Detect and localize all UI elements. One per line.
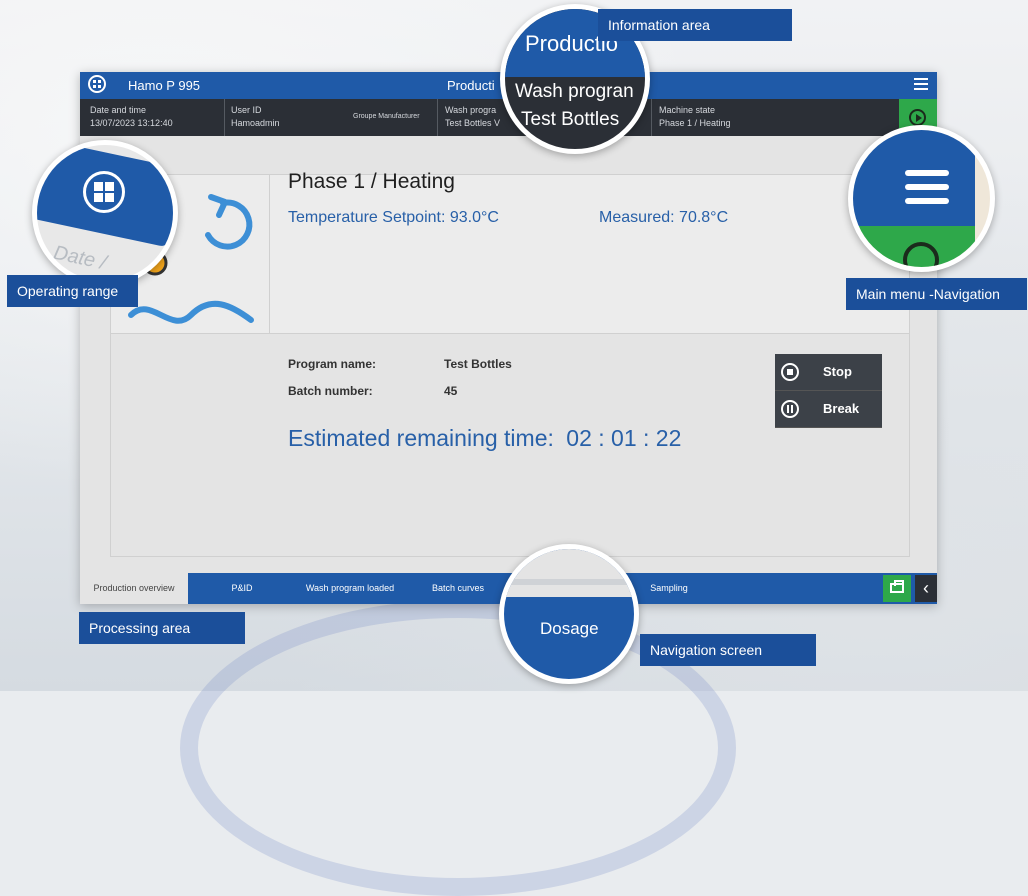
phase-title: Phase 1 / Heating bbox=[288, 170, 455, 193]
zoom-nav-top bbox=[504, 549, 634, 597]
app-title: Hamo P 995 bbox=[128, 78, 201, 93]
tab-batch-curves[interactable]: Batch curves bbox=[404, 573, 512, 604]
grid-logo-icon bbox=[83, 171, 125, 213]
state-value: Phase 1 / Heating bbox=[659, 118, 731, 128]
date-label: Date and time bbox=[90, 105, 147, 115]
estimate-label: Estimated remaining time: bbox=[288, 425, 554, 451]
play-icon bbox=[909, 109, 926, 126]
status-panel bbox=[110, 174, 910, 334]
info-wash-program: Wash progra Test Bottles V bbox=[445, 104, 500, 130]
zoom-navigation: Dosage bbox=[499, 544, 639, 684]
batch-number-label: Batch number: bbox=[288, 384, 373, 398]
home-logo-icon[interactable] bbox=[88, 75, 106, 93]
callout-processing-area: Processing area bbox=[79, 612, 245, 644]
tab-pid[interactable]: P&ID bbox=[188, 573, 296, 604]
break-button[interactable]: Break bbox=[775, 391, 882, 428]
zoom-wash-program-text: Wash progran bbox=[515, 81, 634, 102]
zoom-hamburger-icon bbox=[905, 170, 949, 204]
tab-wash-program-loaded[interactable]: Wash program loaded bbox=[296, 573, 404, 604]
zoom-main-menu bbox=[848, 125, 995, 272]
user-label: User ID bbox=[231, 105, 262, 115]
wash-label: Wash progra bbox=[445, 105, 497, 115]
batch-number-value: 45 bbox=[444, 384, 458, 398]
callout-main-menu-navigation: Main menu -Navigation bbox=[846, 278, 1027, 310]
user-value: Hamoadmin bbox=[231, 118, 280, 128]
stop-icon bbox=[781, 363, 799, 381]
info-separator bbox=[224, 99, 225, 136]
info-separator bbox=[437, 99, 438, 136]
break-label: Break bbox=[823, 401, 860, 416]
group-label: Groupe Manufacturer bbox=[353, 113, 420, 120]
zoom-play-icon bbox=[903, 242, 939, 267]
printer-icon bbox=[890, 580, 904, 593]
pause-icon bbox=[781, 400, 799, 418]
callout-operating-range: Operating range bbox=[7, 275, 138, 307]
print-button[interactable] bbox=[883, 575, 911, 602]
info-date: Date and time 13/07/2023 13:12:40 bbox=[90, 104, 173, 130]
tab-production-overview[interactable]: Production overview bbox=[80, 573, 188, 604]
state-label: Machine state bbox=[659, 105, 716, 115]
program-name-label: Program name: bbox=[288, 357, 377, 371]
hamburger-menu-icon[interactable] bbox=[914, 78, 928, 90]
hmi-screen: Hamo P 995 Producti Date and time 13/07/… bbox=[80, 72, 937, 604]
temperature-setpoint: Temperature Setpoint: 93.0°C bbox=[288, 209, 499, 226]
callout-navigation-screen: Navigation screen bbox=[640, 634, 816, 666]
estimate-value: 02 : 01 : 22 bbox=[566, 425, 682, 451]
date-value: 13/07/2023 13:12:40 bbox=[90, 118, 173, 128]
zoom-test-bottles-text: Test Bottles bbox=[521, 109, 620, 130]
zoom-date-fragment: Date / bbox=[51, 241, 109, 275]
info-user: User ID Hamoadmin bbox=[231, 104, 280, 130]
screen-title: Producti bbox=[447, 78, 495, 93]
callout-information-area: Information area bbox=[598, 9, 792, 41]
stop-button[interactable]: Stop bbox=[775, 354, 882, 391]
chevron-left-icon[interactable]: ‹ bbox=[915, 575, 937, 602]
info-separator bbox=[651, 99, 652, 136]
zoom-dosage-text: Dosage bbox=[540, 619, 599, 638]
stop-label: Stop bbox=[823, 364, 852, 379]
measured-temperature: Measured: 70.8°C bbox=[599, 209, 729, 226]
program-name-value: Test Bottles bbox=[444, 357, 512, 371]
info-machine-state: Machine state Phase 1 / Heating bbox=[659, 104, 731, 130]
zoom-operating-range: Date / bbox=[32, 140, 178, 286]
estimated-remaining-time: Estimated remaining time: 02 : 01 : 22 bbox=[288, 425, 681, 452]
wash-value: Test Bottles V bbox=[445, 118, 501, 128]
